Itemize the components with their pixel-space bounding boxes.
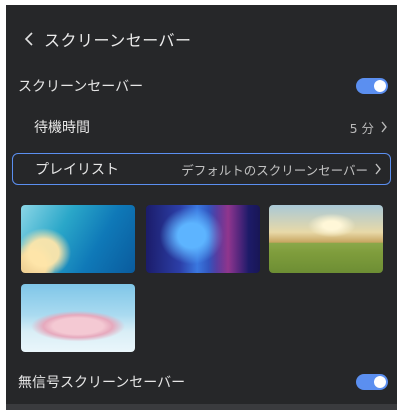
wait-time-value: 5 分 (349, 120, 374, 136)
toggle-knob (374, 80, 386, 92)
page-title: スクリーンセーバー (44, 31, 192, 50)
screensaver-row[interactable]: スクリーンセーバー (18, 71, 388, 101)
screensaver-label: スクリーンセーバー (18, 79, 144, 95)
chevron-left-icon[interactable] (18, 28, 40, 50)
screen: スクリーンセーバー スクリーンセーバー 待機時間 5 分 プレイリスト デフォル… (6, 5, 397, 410)
playlist-label: プレイリスト (35, 162, 119, 178)
chevron-right-icon (380, 118, 388, 137)
toggle-knob (374, 376, 386, 388)
playlist-value: デフォルトのスクリーンセーバー (181, 162, 368, 178)
beach-aerial-image[interactable] (21, 205, 135, 273)
wait-time-label: 待機時間 (34, 120, 90, 136)
screensaver-toggle[interactable] (356, 78, 388, 94)
abstract-blue-image[interactable] (146, 205, 260, 273)
no-signal-label: 無信号スクリーンセーバー (18, 375, 186, 391)
landscape-valley-image[interactable] (269, 205, 383, 273)
no-signal-toggle[interactable] (356, 374, 388, 390)
bottom-strip (6, 404, 397, 410)
no-signal-row[interactable]: 無信号スクリーンセーバー (18, 367, 388, 397)
playlist-row[interactable]: プレイリスト デフォルトのスクリーンセーバー (12, 153, 391, 185)
frosted-trees-image[interactable] (21, 284, 135, 352)
header: スクリーンセーバー (18, 25, 192, 53)
wait-time-row[interactable]: 待機時間 5 分 (34, 112, 388, 142)
chevron-right-icon (374, 160, 382, 179)
